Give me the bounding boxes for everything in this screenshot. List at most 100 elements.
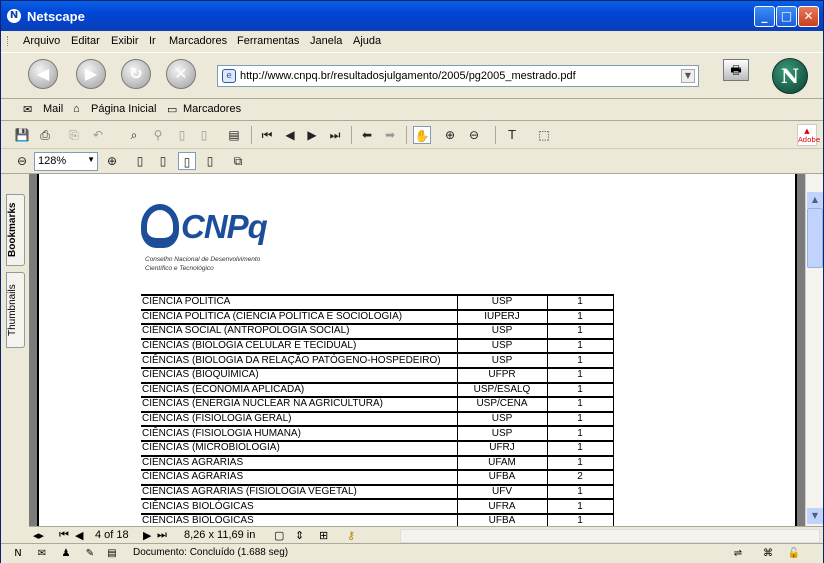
previous-page-icon[interactable]: ◀ — [281, 126, 299, 144]
tab-bookmarks[interactable]: Bookmarks — [6, 194, 25, 266]
cell-area: CIÊNCIA SOCIAL (ANTROPOLOGIA SOCIAL) — [141, 323, 458, 340]
minimize-button[interactable]: _ — [754, 6, 775, 27]
first-page-small-icon[interactable]: ⏮ — [59, 529, 69, 542]
previous-view-icon[interactable]: ⬅ — [358, 126, 376, 144]
folder-icon: ▭ — [167, 104, 178, 116]
continuous-icon[interactable]: ⇕ — [295, 529, 304, 542]
table-row: CIÊNCIAS AGRÁRIAS UFAM 1 — [141, 454, 614, 471]
aim-icon[interactable]: ♟ — [59, 547, 73, 561]
table-row: CIÊNCIAS (MICROBIOLOGIA) UFRJ 1 — [141, 439, 614, 457]
reload-button[interactable]: ↻ — [121, 59, 151, 89]
cookie-icon: ⌘ — [763, 548, 773, 559]
zoom-in-small-icon[interactable]: ⊕ — [103, 152, 121, 170]
netscape-status-icon[interactable]: N — [11, 547, 25, 561]
close-button[interactable]: ✕ — [798, 6, 819, 27]
last-page-small-icon[interactable]: ⏭ — [157, 529, 167, 542]
page-view-icon[interactable]: ▯ — [195, 126, 213, 144]
table-row: CIÊNCIAS (FISIOLOGIA GERAL) USP 1 — [141, 410, 614, 427]
cell-count: 1 — [546, 425, 614, 442]
menu-ferramentas[interactable]: Ferramentas — [237, 35, 299, 47]
scroll-up-button[interactable]: ▲ — [807, 192, 823, 208]
netscape-logo[interactable]: N — [772, 58, 808, 94]
stop-button[interactable]: ✕ — [166, 59, 196, 89]
mail-status-icon[interactable]: ✉ — [35, 547, 49, 561]
cell-area: CIÊNCIAS (FISIOLOGIA GERAL) — [141, 410, 458, 427]
zoom-out-small-icon[interactable]: ⊖ — [13, 152, 31, 170]
last-page-icon[interactable]: ⏭ — [326, 126, 344, 144]
next-page-small-icon[interactable]: ▶ — [143, 529, 151, 542]
menu-janela[interactable]: Janela — [310, 35, 342, 47]
cell-institution: USP/ESALQ — [456, 381, 548, 398]
single-page-icon[interactable]: ▢ — [274, 529, 284, 542]
url-dropdown-icon[interactable]: ▼ — [681, 69, 695, 83]
cell-count: 1 — [546, 512, 614, 526]
prev-page-small-icon[interactable]: ◀ — [75, 529, 83, 542]
cell-institution: UFBA — [456, 469, 548, 486]
zoom-dropdown-icon[interactable]: ▼ — [87, 155, 95, 164]
maximize-button[interactable]: □ — [776, 6, 797, 27]
page-layout-icon[interactable]: ▯ — [173, 126, 191, 144]
cell-institution: USP — [456, 425, 548, 442]
actual-size-icon[interactable]: ▯ — [131, 152, 149, 170]
horizontal-scrollbar[interactable] — [400, 529, 820, 543]
address-book-icon[interactable]: ▤ — [105, 547, 119, 561]
zoom-out-icon[interactable]: ⊖ — [465, 126, 483, 144]
graphics-select-icon[interactable]: ⬚ — [535, 126, 553, 144]
find-icon[interactable]: ⌕ — [125, 126, 143, 144]
menu-ajuda[interactable]: Ajuda — [353, 35, 381, 47]
url-bar[interactable]: e http://www.cnpq.br/resultadosjulgament… — [217, 65, 699, 87]
online-icon[interactable]: ⇌ — [731, 547, 745, 561]
menu-exibir[interactable]: Exibir — [111, 35, 139, 47]
search-icon[interactable]: ⚲ — [149, 126, 167, 144]
home-link[interactable]: Página Inicial — [91, 103, 156, 115]
first-page-icon[interactable]: ⏮ — [258, 126, 276, 144]
nav-pane-toggle-icon[interactable]: ◂▸ — [33, 529, 44, 542]
rotate-view-icon[interactable]: ⧉ — [229, 152, 247, 170]
menu-ir[interactable]: Ir — [149, 35, 156, 47]
url-text[interactable]: http://www.cnpq.br/resultadosjulgamento/… — [240, 70, 576, 82]
menu-marcadores[interactable]: Marcadores — [169, 35, 227, 47]
table-row: CIÊNCIAS (ENERGIA NUCLEAR NA AGRICULTURA… — [141, 396, 614, 413]
document-pane[interactable]: CNPq Conselho Nacional de Desenvolviment… — [29, 174, 805, 526]
copy-icon[interactable]: ⎘ — [65, 126, 83, 144]
cell-count: 1 — [546, 294, 614, 311]
cell-count: 1 — [546, 381, 614, 398]
bookmarks-link[interactable]: Marcadores — [183, 103, 241, 115]
forward-button[interactable]: ▶ — [76, 59, 106, 89]
composer-icon[interactable]: ✎ — [83, 547, 97, 561]
fit-page-icon[interactable]: ▯ — [154, 152, 172, 170]
cell-count: 1 — [546, 454, 614, 471]
table-row: CIÊNCIA POLÍTICA (CIÊNCIA POLÍTICA E SOC… — [141, 308, 614, 325]
print-pdf-icon[interactable]: ⎙ — [36, 126, 54, 144]
scroll-down-button[interactable]: ▼ — [807, 508, 823, 524]
cell-institution: UFV — [456, 483, 548, 500]
print-icon[interactable]: 🖶 — [723, 59, 749, 81]
next-page-icon[interactable]: ▶ — [303, 126, 321, 144]
zoom-in-icon[interactable]: ⊕ — [441, 126, 459, 144]
mail-link[interactable]: Mail — [43, 103, 63, 115]
next-view-icon[interactable]: ➡ — [381, 126, 399, 144]
tab-thumbnails[interactable]: Thumbnails — [6, 272, 25, 348]
personal-toolbar: ✉ Mail ⌂ Página Inicial ▭ Marcadores — [1, 99, 823, 121]
menu-editar[interactable]: Editar — [71, 35, 100, 47]
back-button[interactable]: ◀ — [28, 59, 58, 89]
cell-institution: USP/CENA — [456, 396, 548, 413]
table-row: CIÊNCIAS (BIOQUÍMICA) UFPR 1 — [141, 366, 614, 384]
undo-icon[interactable]: ↶ — [89, 126, 107, 144]
save-icon[interactable]: 💾 — [13, 126, 31, 144]
scroll-thumb[interactable] — [807, 208, 823, 268]
text-select-icon[interactable]: T — [503, 126, 521, 144]
fit-visible-icon[interactable]: ▯ — [201, 152, 219, 170]
zoom-field[interactable]: 128% ▼ — [34, 152, 98, 171]
pages-panel-icon[interactable]: ▤ — [225, 126, 243, 144]
hand-tool-icon[interactable]: ✋ — [413, 126, 431, 144]
menu-arquivo[interactable]: Arquivo — [23, 35, 60, 47]
page-indicator[interactable]: 4 of 18 — [95, 529, 129, 541]
zoom-value[interactable]: 128% — [38, 155, 66, 167]
vertical-scrollbar[interactable]: ▲ ▼ — [805, 174, 823, 526]
cell-institution: UFAM — [456, 454, 548, 471]
fit-width-icon[interactable]: ▯ — [178, 152, 196, 170]
cell-institution: USP — [456, 352, 548, 369]
facing-icon[interactable]: ⊞ — [319, 529, 328, 542]
table-row: CIÊNCIA SOCIAL (ANTROPOLOGIA SOCIAL) USP 1 — [141, 323, 614, 340]
